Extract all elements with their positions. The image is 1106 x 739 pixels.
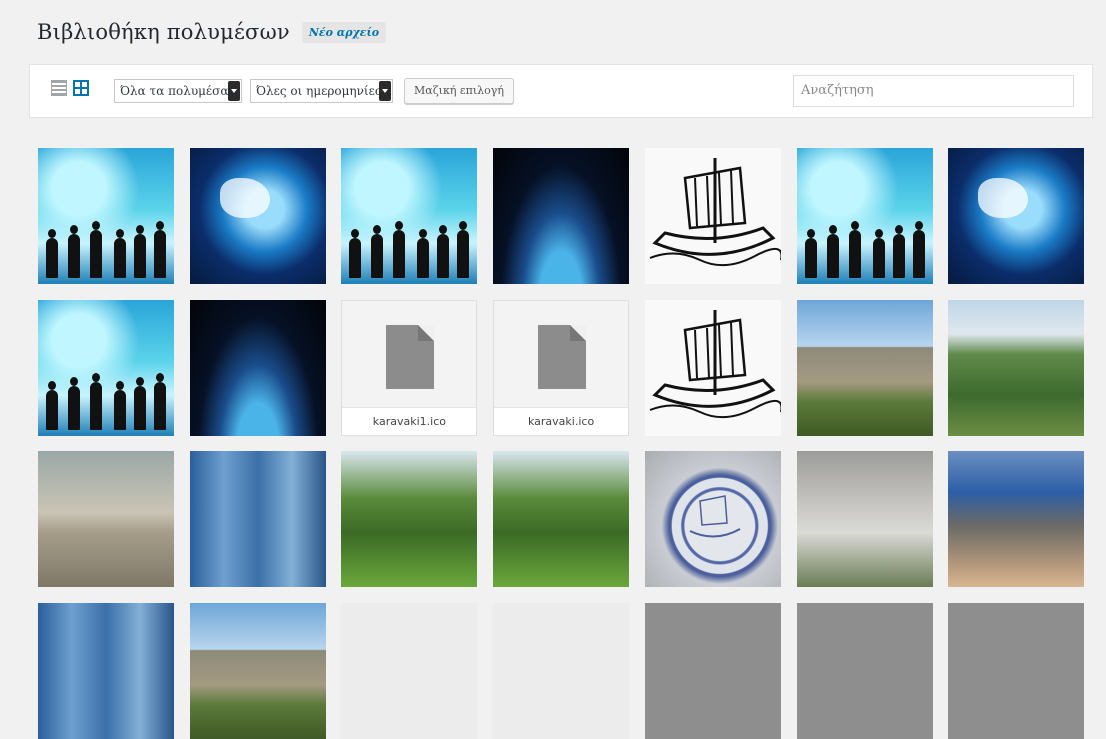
person-silhouette xyxy=(393,221,406,278)
media-file-tile[interactable]: karavaki1.ico xyxy=(341,299,478,436)
media-thumbnail[interactable] xyxy=(948,299,1085,436)
person-silhouette xyxy=(349,229,362,278)
media-thumbnail[interactable] xyxy=(38,451,174,587)
add-new-button[interactable]: Νέο αρχείο xyxy=(301,21,387,43)
person-silhouette xyxy=(90,221,102,278)
person-silhouette xyxy=(848,221,861,278)
file-name: karavaki1.ico xyxy=(342,406,477,435)
person-silhouette xyxy=(154,372,166,430)
globe-continents xyxy=(978,178,1029,218)
media-thumbnail[interactable] xyxy=(38,299,174,436)
person-silhouette xyxy=(912,221,925,278)
person-silhouette xyxy=(437,225,450,278)
person-silhouette xyxy=(826,225,839,278)
document-icon xyxy=(386,324,435,389)
media-thumbnail[interactable] xyxy=(38,148,174,284)
bulk-select-button[interactable]: Μαζική επιλογή xyxy=(404,78,514,104)
person-silhouette xyxy=(457,221,470,278)
media-type-filter-value: Όλα τα πολυμέσα xyxy=(120,84,229,98)
person-silhouette xyxy=(134,225,146,278)
date-filter[interactable]: Όλες οι ημερομηνίες xyxy=(250,79,393,103)
person-silhouette xyxy=(892,225,905,278)
media-thumbnail[interactable] xyxy=(948,451,1085,587)
media-thumbnail[interactable] xyxy=(644,451,781,587)
person-silhouette xyxy=(68,225,80,278)
media-thumbnail[interactable] xyxy=(644,148,781,284)
ship-drawing xyxy=(649,158,781,267)
chevron-down-icon xyxy=(379,81,391,101)
media-thumbnail[interactable] xyxy=(189,148,326,284)
media-thumbnail[interactable] xyxy=(341,148,478,284)
media-thumbnail[interactable] xyxy=(341,451,478,587)
person-silhouette xyxy=(114,380,126,430)
page-header: Βιβλιοθήκη πολυμέσων Νέο αρχείο xyxy=(37,20,387,44)
media-thumbnail[interactable] xyxy=(644,299,781,436)
media-thumbnail[interactable] xyxy=(948,148,1085,284)
page-title: Βιβλιοθήκη πολυμέσων xyxy=(37,20,290,44)
list-view-icon[interactable] xyxy=(51,80,67,96)
person-silhouette xyxy=(46,229,58,278)
media-thumbnail[interactable] xyxy=(796,451,933,587)
ship-drawing xyxy=(649,309,781,418)
view-switch xyxy=(51,80,89,96)
person-silhouette xyxy=(154,221,166,278)
person-silhouette xyxy=(804,229,817,278)
person-silhouette xyxy=(68,376,80,430)
document-icon xyxy=(538,324,587,389)
file-name: karavaki.ico xyxy=(494,406,629,435)
search-input[interactable]: Αναζήτηση xyxy=(793,75,1074,107)
person-silhouette xyxy=(872,229,885,278)
media-file-tile[interactable]: karavaki.ico xyxy=(493,299,630,436)
media-thumbnail[interactable] xyxy=(189,299,326,436)
person-silhouette xyxy=(371,225,384,278)
chevron-down-icon xyxy=(228,81,240,101)
media-thumbnail[interactable] xyxy=(796,299,933,436)
person-silhouette xyxy=(134,376,146,430)
media-toolbar: Όλα τα πολυμέσα Όλες οι ημερομηνίες Μαζι… xyxy=(29,64,1093,118)
person-silhouette xyxy=(90,372,102,430)
institute-seal xyxy=(689,495,741,538)
person-silhouette xyxy=(417,229,430,278)
media-thumbnail[interactable] xyxy=(493,451,630,587)
person-silhouette xyxy=(46,380,58,430)
date-filter-value: Όλες οι ημερομηνίες xyxy=(256,84,382,98)
media-type-filter[interactable]: Όλα τα πολυμέσα xyxy=(114,79,242,103)
media-thumbnail[interactable] xyxy=(189,451,326,587)
grid-view-icon[interactable] xyxy=(73,80,89,96)
globe-continents xyxy=(219,178,270,218)
media-thumbnail[interactable] xyxy=(796,148,933,284)
person-silhouette xyxy=(114,229,126,278)
media-thumbnail[interactable] xyxy=(493,148,630,284)
